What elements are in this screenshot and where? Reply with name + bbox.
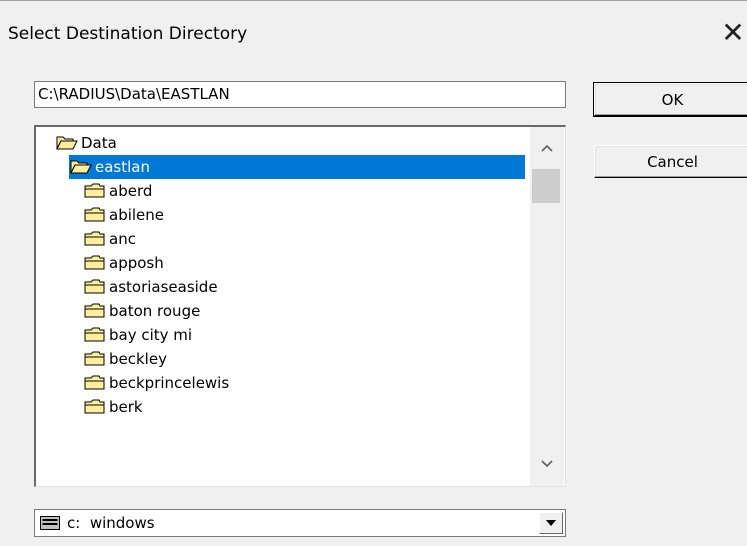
tree-item-label: berk <box>109 398 143 416</box>
dropdown-arrow-icon[interactable] <box>539 512 563 534</box>
tree-item[interactable]: astoriaseaside <box>36 275 530 299</box>
tree-item[interactable]: beckley <box>36 347 530 371</box>
tree-item-label: apposh <box>109 254 164 272</box>
scrollbar-thumb[interactable] <box>532 169 560 203</box>
tree-item[interactable]: baton rouge <box>36 299 530 323</box>
drive-select[interactable]: c: windows <box>34 509 566 537</box>
tree-item[interactable]: aberd <box>36 179 530 203</box>
drive-icon <box>40 516 60 534</box>
folder-icon <box>84 326 106 343</box>
directory-list: Data eastlan aberd abilene anc apposh astorias… <box>36 131 530 419</box>
tree-item-label: eastlan <box>95 158 150 176</box>
folder-icon <box>84 350 106 367</box>
tree-item[interactable]: abilene <box>36 203 530 227</box>
directory-tree[interactable]: Data eastlan aberd abilene anc apposh astorias… <box>34 125 566 487</box>
tree-item-label: bay city mi <box>109 326 193 344</box>
folder-icon <box>84 374 106 391</box>
tree-item-label: aberd <box>109 182 153 200</box>
folder-icon <box>84 278 106 295</box>
tree-item-label: astoriaseaside <box>109 278 218 296</box>
folder-icon <box>84 206 106 223</box>
tree-item-label: beckprincelewis <box>109 374 230 392</box>
tree-item-label: abilene <box>109 206 165 224</box>
open-folder-icon <box>56 134 78 151</box>
tree-item[interactable]: eastlan <box>36 155 530 179</box>
open-folder-icon <box>70 158 92 175</box>
tree-item-label: beckley <box>109 350 167 368</box>
scroll-up-icon[interactable] <box>530 133 564 163</box>
tree-item-label: anc <box>109 230 136 248</box>
tree-item[interactable]: bay city mi <box>36 323 530 347</box>
window-top-border <box>0 0 747 1</box>
tree-item-label: baton rouge <box>109 302 201 320</box>
folder-icon <box>84 182 106 199</box>
destination-path-field[interactable]: C:\RADIUS\Data\EASTLAN <box>34 81 566 108</box>
tree-item-label: Data <box>81 134 117 152</box>
folder-icon <box>84 398 106 415</box>
dialog-title: Select Destination Directory <box>8 24 248 44</box>
folder-icon <box>84 254 106 271</box>
folder-icon <box>84 230 106 247</box>
ok-button[interactable]: OK <box>593 82 747 117</box>
tree-item[interactable]: anc <box>36 227 530 251</box>
tree-item[interactable]: beckprincelewis <box>36 371 530 395</box>
tree-item[interactable]: berk <box>36 395 530 419</box>
close-icon[interactable]: ✕ <box>719 19 747 47</box>
scroll-down-icon[interactable] <box>530 449 564 479</box>
drive-label: c: windows <box>67 514 155 532</box>
vertical-scrollbar[interactable] <box>530 127 564 486</box>
tree-item[interactable]: Data <box>36 131 530 155</box>
cancel-button[interactable]: Cancel <box>594 145 747 178</box>
folder-icon <box>84 302 106 319</box>
tree-item[interactable]: apposh <box>36 251 530 275</box>
